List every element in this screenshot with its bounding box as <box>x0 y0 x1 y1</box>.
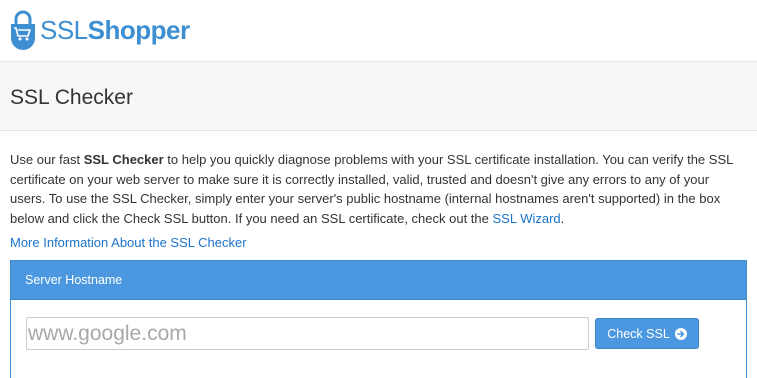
ssl-wizard-link[interactable]: SSL Wizard <box>493 211 561 226</box>
arrow-circle-right-icon <box>674 327 687 340</box>
server-hostname-panel: Server Hostname Check SSL <box>10 260 747 378</box>
more-information-link[interactable]: More Information About the SSL Checker <box>10 235 247 250</box>
intro-text-3: . <box>560 210 565 226</box>
logo-ssl-text: SSL <box>40 15 88 45</box>
padlock-cart-icon <box>11 10 35 50</box>
sslshopper-logo[interactable]: SSLShopper <box>8 4 190 56</box>
panel-header: Server Hostname <box>11 261 746 300</box>
intro-paragraph: Use our fast SSL Checker to help you qui… <box>10 150 747 228</box>
top-bar: SSLShopper <box>0 0 757 62</box>
intro-bold-ssl-checker: SSL Checker <box>83 152 164 167</box>
page-title: SSL Checker <box>10 86 133 109</box>
page-title-band: SSL Checker <box>0 62 757 131</box>
check-ssl-button-label: Check SSL <box>607 326 670 341</box>
logo-wordmark: SSLShopper <box>40 17 190 43</box>
hostname-input[interactable] <box>26 317 589 350</box>
logo-shopper-text: Shopper <box>87 15 190 45</box>
intro-text-1: Use our fast <box>10 152 84 167</box>
check-ssl-button[interactable]: Check SSL <box>595 318 699 349</box>
